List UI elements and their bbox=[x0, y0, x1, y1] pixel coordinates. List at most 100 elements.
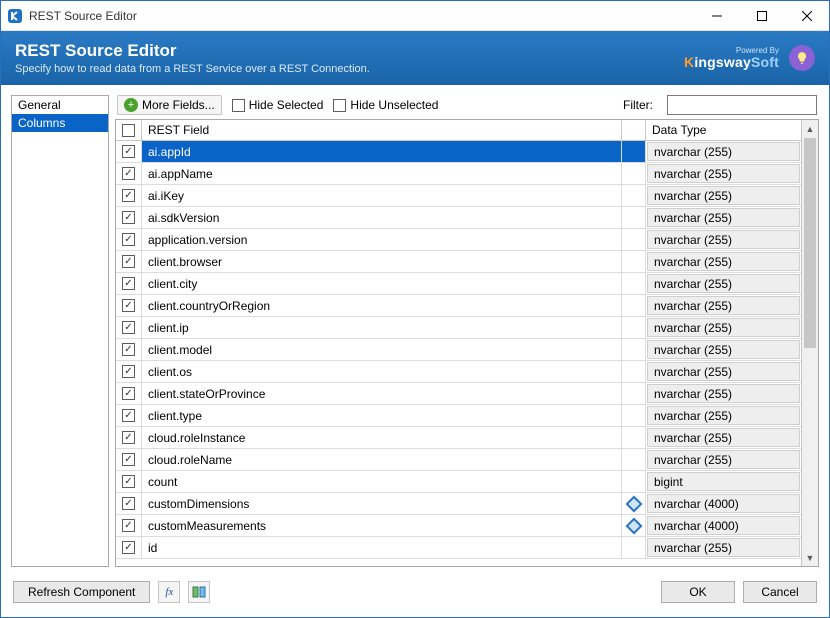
grid-rows: ai.appId nvarchar (255) ai.appName nvarchar… bbox=[116, 141, 801, 566]
table-row[interactable]: client.os nvarchar (255) bbox=[116, 361, 801, 383]
row-type[interactable]: nvarchar (255) bbox=[647, 538, 800, 557]
row-field[interactable]: customDimensions bbox=[142, 493, 622, 514]
table-row[interactable]: client.type nvarchar (255) bbox=[116, 405, 801, 427]
ok-button[interactable]: OK bbox=[661, 581, 735, 603]
row-type[interactable]: nvarchar (255) bbox=[647, 208, 800, 227]
row-type[interactable]: bigint bbox=[647, 472, 800, 491]
row-checkbox[interactable] bbox=[116, 405, 142, 426]
row-type[interactable]: nvarchar (255) bbox=[647, 252, 800, 271]
row-type[interactable]: nvarchar (255) bbox=[647, 142, 800, 161]
table-row[interactable]: ai.iKey nvarchar (255) bbox=[116, 185, 801, 207]
table-row[interactable]: application.version nvarchar (255) bbox=[116, 229, 801, 251]
row-checkbox[interactable] bbox=[116, 537, 142, 558]
minimize-button[interactable] bbox=[694, 1, 739, 31]
row-type[interactable]: nvarchar (255) bbox=[647, 406, 800, 425]
row-type[interactable]: nvarchar (255) bbox=[647, 428, 800, 447]
row-checkbox[interactable] bbox=[116, 471, 142, 492]
row-field[interactable]: ai.iKey bbox=[142, 185, 622, 206]
table-row[interactable]: cloud.roleName nvarchar (255) bbox=[116, 449, 801, 471]
table-row[interactable]: client.browser nvarchar (255) bbox=[116, 251, 801, 273]
table-row[interactable]: cloud.roleInstance nvarchar (255) bbox=[116, 427, 801, 449]
row-type-icon bbox=[622, 471, 646, 492]
table-row[interactable]: client.countryOrRegion nvarchar (255) bbox=[116, 295, 801, 317]
more-fields-button[interactable]: + More Fields... bbox=[117, 95, 222, 115]
maximize-button[interactable] bbox=[739, 1, 784, 31]
row-checkbox[interactable] bbox=[116, 361, 142, 382]
refresh-component-button[interactable]: Refresh Component bbox=[13, 581, 150, 603]
row-checkbox[interactable] bbox=[116, 427, 142, 448]
table-row[interactable]: client.stateOrProvince nvarchar (255) bbox=[116, 383, 801, 405]
table-row[interactable]: ai.appName nvarchar (255) bbox=[116, 163, 801, 185]
row-field[interactable]: client.model bbox=[142, 339, 622, 360]
row-field[interactable]: count bbox=[142, 471, 622, 492]
row-field[interactable]: ai.appId bbox=[142, 141, 622, 162]
row-type[interactable]: nvarchar (255) bbox=[647, 384, 800, 403]
row-field[interactable]: client.countryOrRegion bbox=[142, 295, 622, 316]
row-type[interactable]: nvarchar (255) bbox=[647, 296, 800, 315]
row-type[interactable]: nvarchar (255) bbox=[647, 450, 800, 469]
row-field[interactable]: id bbox=[142, 537, 622, 558]
row-type[interactable]: nvarchar (255) bbox=[647, 274, 800, 293]
row-type[interactable]: nvarchar (255) bbox=[647, 164, 800, 183]
table-row[interactable]: ai.sdkVersion nvarchar (255) bbox=[116, 207, 801, 229]
close-button[interactable] bbox=[784, 1, 829, 31]
row-checkbox[interactable] bbox=[116, 251, 142, 272]
row-field[interactable]: ai.sdkVersion bbox=[142, 207, 622, 228]
row-checkbox[interactable] bbox=[116, 273, 142, 294]
row-checkbox[interactable] bbox=[116, 383, 142, 404]
header-type[interactable]: Data Type bbox=[646, 120, 801, 140]
cancel-button[interactable]: Cancel bbox=[743, 581, 817, 603]
row-type[interactable]: nvarchar (255) bbox=[647, 318, 800, 337]
table-row[interactable]: client.ip nvarchar (255) bbox=[116, 317, 801, 339]
row-checkbox[interactable] bbox=[116, 515, 142, 536]
sidebar-item-columns[interactable]: Columns bbox=[12, 114, 108, 132]
row-type[interactable]: nvarchar (255) bbox=[647, 186, 800, 205]
row-field[interactable]: client.browser bbox=[142, 251, 622, 272]
hide-selected-checkbox[interactable]: Hide Selected bbox=[232, 98, 324, 112]
row-field[interactable]: client.os bbox=[142, 361, 622, 382]
row-field[interactable]: application.version bbox=[142, 229, 622, 250]
table-row[interactable]: count bigint bbox=[116, 471, 801, 493]
row-checkbox[interactable] bbox=[116, 317, 142, 338]
row-checkbox[interactable] bbox=[116, 493, 142, 514]
scroll-thumb[interactable] bbox=[804, 138, 816, 348]
header-select-all[interactable] bbox=[116, 120, 142, 140]
row-field[interactable]: ai.appName bbox=[142, 163, 622, 184]
vertical-scrollbar[interactable]: ▲ ▼ bbox=[801, 120, 818, 566]
row-checkbox[interactable] bbox=[116, 295, 142, 316]
row-checkbox[interactable] bbox=[116, 163, 142, 184]
row-field[interactable]: cloud.roleInstance bbox=[142, 427, 622, 448]
table-row[interactable]: client.city nvarchar (255) bbox=[116, 273, 801, 295]
table-row[interactable]: customMeasurements nvarchar (4000) bbox=[116, 515, 801, 537]
scroll-down-icon[interactable]: ▼ bbox=[802, 549, 818, 566]
row-field[interactable]: cloud.roleName bbox=[142, 449, 622, 470]
header-field[interactable]: REST Field bbox=[142, 120, 622, 140]
row-type[interactable]: nvarchar (255) bbox=[647, 362, 800, 381]
row-checkbox[interactable] bbox=[116, 141, 142, 162]
row-type[interactable]: nvarchar (4000) bbox=[647, 494, 800, 513]
row-type[interactable]: nvarchar (255) bbox=[647, 340, 800, 359]
filter-input[interactable] bbox=[667, 95, 817, 115]
hide-unselected-checkbox[interactable]: Hide Unselected bbox=[333, 98, 438, 112]
row-field[interactable]: client.city bbox=[142, 273, 622, 294]
row-checkbox[interactable] bbox=[116, 229, 142, 250]
row-field[interactable]: client.stateOrProvince bbox=[142, 383, 622, 404]
row-checkbox[interactable] bbox=[116, 185, 142, 206]
sidebar-item-general[interactable]: General bbox=[12, 96, 108, 114]
table-row[interactable]: client.model nvarchar (255) bbox=[116, 339, 801, 361]
mapping-button[interactable] bbox=[188, 581, 210, 603]
row-checkbox[interactable] bbox=[116, 207, 142, 228]
lightbulb-icon[interactable] bbox=[789, 45, 815, 71]
row-field[interactable]: client.ip bbox=[142, 317, 622, 338]
row-type[interactable]: nvarchar (255) bbox=[647, 230, 800, 249]
row-field[interactable]: customMeasurements bbox=[142, 515, 622, 536]
table-row[interactable]: customDimensions nvarchar (4000) bbox=[116, 493, 801, 515]
scroll-up-icon[interactable]: ▲ bbox=[802, 120, 818, 137]
table-row[interactable]: ai.appId nvarchar (255) bbox=[116, 141, 801, 163]
row-type[interactable]: nvarchar (4000) bbox=[647, 516, 800, 535]
row-field[interactable]: client.type bbox=[142, 405, 622, 426]
row-checkbox[interactable] bbox=[116, 339, 142, 360]
table-row[interactable]: id nvarchar (255) bbox=[116, 537, 801, 559]
row-checkbox[interactable] bbox=[116, 449, 142, 470]
expression-button[interactable]: fx bbox=[158, 581, 180, 603]
